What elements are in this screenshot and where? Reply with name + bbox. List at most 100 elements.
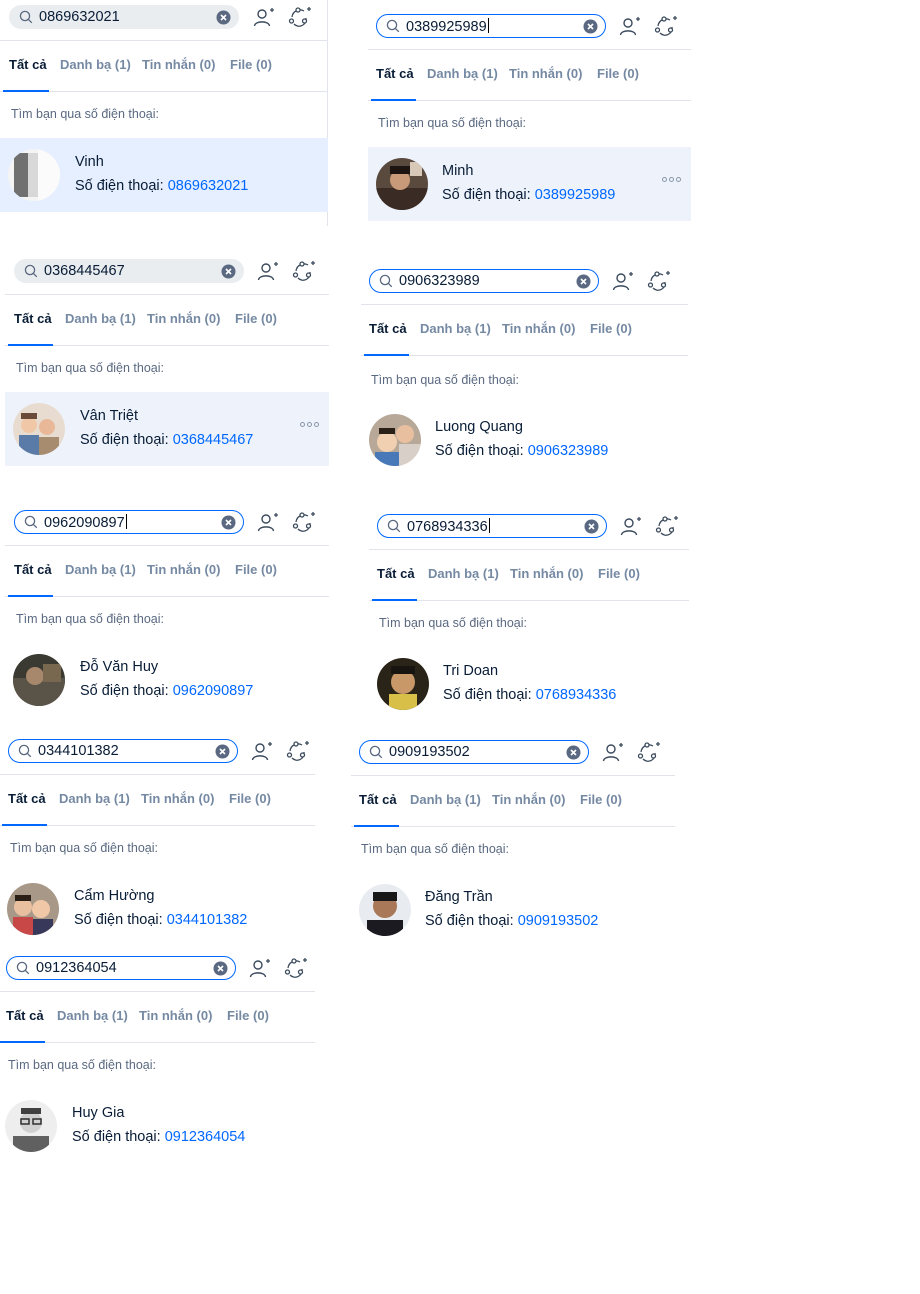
phone-label: Số điện thoại:	[425, 913, 518, 929]
search-input[interactable]: 0344101382	[8, 739, 238, 763]
create-group-button[interactable]	[655, 514, 679, 538]
search-result-item[interactable]: Cẩm Hường Số điện thoại: 0344101382	[0, 872, 315, 946]
tab-files[interactable]: File (0)	[227, 1008, 269, 1023]
tab-contacts[interactable]: Danh bạ (1)	[65, 311, 136, 326]
clear-search-icon[interactable]	[221, 515, 236, 530]
tab-contacts[interactable]: Danh bạ (1)	[410, 792, 481, 807]
tab-all[interactable]: Tất cả	[6, 1008, 44, 1023]
create-group-button[interactable]	[637, 740, 661, 764]
tab-all[interactable]: Tất cả	[377, 566, 415, 581]
result-phone: Số điện thoại: 0906323989	[435, 443, 608, 459]
search-result-item[interactable]: Đỗ Văn Huy Số điện thoại: 0962090897	[5, 643, 329, 717]
create-group-button[interactable]	[654, 14, 678, 38]
tab-messages[interactable]: Tin nhắn (0)	[147, 311, 220, 326]
tab-all[interactable]: Tất cả	[9, 57, 47, 72]
tab-contacts[interactable]: Danh bạ (1)	[428, 566, 499, 581]
tab-files[interactable]: File (0)	[597, 66, 639, 81]
search-panel: 0344101382 Tất cả Danh bạ (1) Tin nhắn (…	[0, 734, 315, 942]
search-input[interactable]: 0869632021	[9, 5, 239, 29]
create-group-button[interactable]	[288, 5, 312, 29]
search-query: 0909193502	[389, 744, 470, 760]
search-result-item[interactable]: Luong Quang Số điện thoại: 0906323989	[361, 403, 688, 477]
search-input[interactable]: 0912364054	[6, 956, 236, 980]
more-options-icon[interactable]	[662, 177, 681, 182]
tab-files[interactable]: File (0)	[590, 321, 632, 336]
add-friend-button[interactable]	[250, 739, 274, 763]
tab-files[interactable]: File (0)	[235, 562, 277, 577]
tab-files[interactable]: File (0)	[235, 311, 277, 326]
search-input[interactable]: 0768934336	[377, 514, 607, 538]
tab-files[interactable]: File (0)	[230, 57, 272, 72]
tab-messages[interactable]: Tin nhắn (0)	[141, 791, 214, 806]
tab-messages[interactable]: Tin nhắn (0)	[142, 57, 215, 72]
add-friend-button[interactable]	[252, 5, 276, 29]
add-friend-button[interactable]	[248, 956, 272, 980]
clear-search-icon[interactable]	[215, 744, 230, 759]
clear-search-icon[interactable]	[584, 519, 599, 534]
text-caret	[487, 17, 489, 33]
tab-contacts[interactable]: Danh bạ (1)	[420, 321, 491, 336]
search-input[interactable]: 0962090897	[14, 510, 244, 534]
add-friend-icon	[257, 262, 278, 281]
create-group-button[interactable]	[286, 739, 310, 763]
create-group-button[interactable]	[292, 510, 316, 534]
tab-all[interactable]: Tất cả	[14, 311, 52, 326]
tab-contacts[interactable]: Danh bạ (1)	[60, 57, 131, 72]
add-friend-button[interactable]	[619, 514, 643, 538]
add-friend-button[interactable]	[256, 259, 280, 283]
tab-messages[interactable]: Tin nhắn (0)	[502, 321, 575, 336]
tab-contacts[interactable]: Danh bạ (1)	[65, 562, 136, 577]
tab-all[interactable]: Tất cả	[14, 562, 52, 577]
search-result-item[interactable]: Huy Gia Số điện thoại: 0912364054	[0, 1089, 315, 1163]
search-result-item[interactable]: Vân Triệt Số điện thoại: 0368445467	[5, 392, 329, 466]
more-options-icon[interactable]	[300, 422, 319, 427]
search-result-item[interactable]: Đăng Trần Số điện thoại: 0909193502	[351, 873, 675, 947]
phone-label: Số điện thoại:	[74, 912, 167, 928]
create-group-button[interactable]	[292, 259, 316, 283]
search-result-item[interactable]: Tri Doan Số điện thoại: 0768934336	[369, 647, 689, 721]
tab-all[interactable]: Tất cả	[8, 791, 46, 806]
add-friend-button[interactable]	[256, 510, 280, 534]
tab-messages[interactable]: Tin nhắn (0)	[139, 1008, 212, 1023]
search-result-item[interactable]: Vinh Số điện thoại: 0869632021	[0, 138, 328, 212]
add-friend-button[interactable]	[611, 269, 635, 293]
tab-messages[interactable]: Tin nhắn (0)	[510, 566, 583, 581]
text-caret	[488, 517, 490, 533]
search-hint: Tìm bạn qua số điện thoại:	[16, 361, 165, 375]
clear-search-icon[interactable]	[566, 745, 581, 760]
clear-search-icon[interactable]	[213, 961, 228, 976]
tab-files[interactable]: File (0)	[598, 566, 640, 581]
tab-contacts[interactable]: Danh bạ (1)	[57, 1008, 128, 1023]
clear-search-icon[interactable]	[583, 19, 598, 34]
tab-all[interactable]: Tất cả	[359, 792, 397, 807]
avatar	[359, 884, 411, 936]
add-friend-button[interactable]	[601, 740, 625, 764]
add-friend-button[interactable]	[618, 14, 642, 38]
search-input[interactable]: 0368445467	[14, 259, 244, 283]
search-input[interactable]: 0909193502	[359, 740, 589, 764]
search-query: 0389925989	[406, 18, 487, 35]
clear-search-icon[interactable]	[221, 264, 236, 279]
active-tab-indicator	[8, 344, 53, 346]
tab-files[interactable]: File (0)	[580, 792, 622, 807]
add-friend-icon	[257, 513, 278, 532]
tab-contacts[interactable]: Danh bạ (1)	[427, 66, 498, 81]
phone-number: 0768934336	[535, 687, 617, 703]
tab-messages[interactable]: Tin nhắn (0)	[492, 792, 565, 807]
tab-files[interactable]: File (0)	[229, 791, 271, 806]
search-panel: 0909193502 Tất cả Danh bạ (1) Tin nhắn (…	[351, 735, 675, 943]
search-result-item[interactable]: Minh Số điện thoại: 0389925989	[368, 147, 691, 221]
search-input[interactable]: 0389925989	[376, 14, 606, 38]
tab-contacts[interactable]: Danh bạ (1)	[59, 791, 130, 806]
search-input[interactable]: 0906323989	[369, 269, 599, 293]
create-group-button[interactable]	[284, 956, 308, 980]
tab-messages[interactable]: Tin nhắn (0)	[147, 562, 220, 577]
tab-messages[interactable]: Tin nhắn (0)	[509, 66, 582, 81]
create-group-button[interactable]	[647, 269, 671, 293]
clear-search-icon[interactable]	[216, 10, 231, 25]
tab-all[interactable]: Tất cả	[376, 66, 414, 81]
add-friend-icon	[253, 8, 274, 27]
tab-all[interactable]: Tất cả	[369, 321, 407, 336]
search-query: 0768934336	[407, 518, 488, 535]
clear-search-icon[interactable]	[576, 274, 591, 289]
